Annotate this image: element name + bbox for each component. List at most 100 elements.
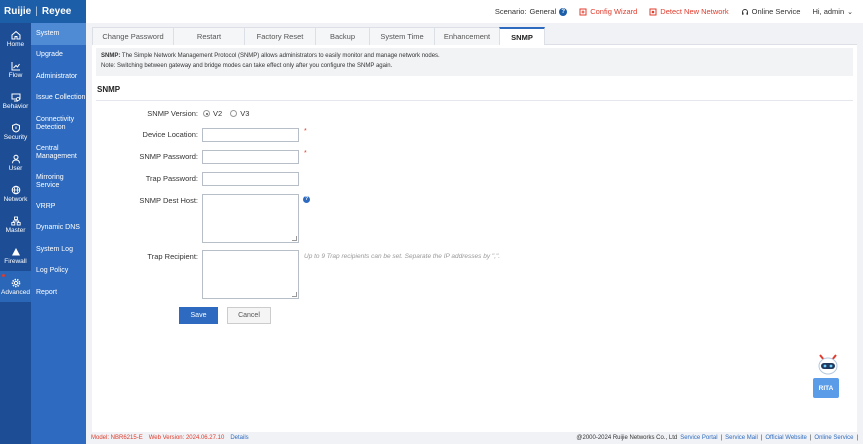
- sidebar-item-connectivity-detection[interactable]: Connectivity Detection: [31, 109, 86, 138]
- note-text-1: The Simple Network Management Protocol (…: [120, 53, 440, 59]
- nav-network-label: Network: [3, 195, 28, 203]
- nav-advanced[interactable]: Advanced: [0, 271, 31, 302]
- sidebar-item-issue-collection[interactable]: Issue Collection: [31, 88, 86, 110]
- details-link[interactable]: Details: [230, 435, 248, 441]
- official-website-link[interactable]: Official Website: [765, 435, 806, 441]
- password-label: SNMP Password:: [139, 152, 198, 161]
- scenario-value: General: [529, 7, 557, 16]
- nav-flow[interactable]: Flow: [0, 54, 31, 85]
- note-text-2: Note: Switching between gateway and brid…: [101, 63, 393, 69]
- version-row: SNMP Version: V2 V3: [92, 109, 249, 118]
- sidebar-item-administrator[interactable]: Administrator: [31, 66, 86, 88]
- brand-logo: Ruijie | Reyee: [0, 0, 86, 23]
- master-icon: [10, 216, 21, 225]
- top-header: Scenario: General ? Config Wizard Detect…: [86, 0, 863, 23]
- online-service-link[interactable]: Online Service: [814, 435, 853, 441]
- tab-factory-reset[interactable]: Factory Reset: [244, 27, 316, 45]
- nav-security-label: Security: [3, 133, 28, 141]
- scenario-selector[interactable]: Scenario: General ?: [494, 7, 568, 16]
- tab-backup[interactable]: Backup: [315, 27, 370, 45]
- tab-system-time[interactable]: System Time: [369, 27, 435, 45]
- footer-separator: |: [856, 435, 858, 441]
- trap-recipient-textarea[interactable]: [202, 250, 299, 299]
- cancel-button[interactable]: Cancel: [227, 307, 271, 324]
- version-v2-radio[interactable]: V2: [203, 109, 222, 118]
- snmp-password-input[interactable]: [202, 150, 299, 164]
- nav-flow-label: Flow: [8, 71, 23, 79]
- detect-network-button[interactable]: Detect New Network: [649, 7, 729, 16]
- sidebar-item-log-policy[interactable]: Log Policy: [31, 261, 86, 283]
- chevron-down-icon: ⌄: [847, 8, 853, 16]
- tab-change-password[interactable]: Change Password: [92, 27, 174, 45]
- user-menu[interactable]: Hi, admin ⌄: [812, 7, 853, 16]
- required-mark: *: [304, 128, 307, 135]
- behavior-icon: [11, 93, 20, 101]
- brand-logo-left: Ruijie: [4, 6, 32, 17]
- save-button[interactable]: Save: [179, 307, 218, 324]
- trap-password-row: Trap Password:: [92, 172, 299, 186]
- version-radio-group: V2 V3: [203, 109, 249, 118]
- dest-host-textarea[interactable]: [202, 194, 299, 243]
- sidebar-item-mirroring-service[interactable]: Mirroring Service: [31, 167, 86, 196]
- nav-security[interactable]: Security: [0, 116, 31, 147]
- nav-firewall[interactable]: Firewall: [0, 240, 31, 271]
- assistant-widget[interactable]: RITA: [810, 352, 842, 402]
- config-wizard-label: Config Wizard: [590, 7, 638, 16]
- trap-password-label: Trap Password:: [145, 174, 198, 183]
- brand-separator: |: [35, 6, 38, 17]
- config-wizard-button[interactable]: Config Wizard: [579, 7, 637, 16]
- nav-user[interactable]: User: [0, 147, 31, 178]
- nav-network[interactable]: Network: [0, 178, 31, 209]
- trap-recipient-row: Trap Recipient: Up to 9 Trap recipients …: [92, 250, 500, 299]
- footer-separator: |: [809, 435, 812, 441]
- nav-home-label: Home: [6, 40, 25, 48]
- footer-separator: |: [720, 435, 723, 441]
- copyright-text: @2000-2024 Ruijie Networks Co., Ltd: [576, 435, 678, 441]
- brand-logo-right: Reyee: [41, 6, 72, 17]
- tab-restart[interactable]: Restart: [173, 27, 245, 45]
- info-note: SNMP: The Simple Network Management Prot…: [96, 48, 853, 76]
- sidebar-item-upgrade[interactable]: Upgrade: [31, 45, 86, 67]
- nav-firewall-label: Firewall: [4, 257, 27, 265]
- help-icon[interactable]: ?: [559, 7, 568, 16]
- detect-network-label: Detect New Network: [660, 7, 729, 16]
- secondary-sidebar: System Upgrade Administrator Issue Colle…: [31, 23, 86, 444]
- sidebar-item-report[interactable]: Report: [31, 282, 86, 304]
- location-row: Device Location: *: [92, 128, 307, 142]
- footer-left: Model: NBR6215-E Web Version: 2024.06.27…: [91, 435, 249, 441]
- service-mail-link[interactable]: Service Mail: [725, 435, 758, 441]
- user-greeting: Hi, admin: [812, 7, 845, 16]
- nav-behavior[interactable]: Behavior: [0, 85, 31, 116]
- gear-icon: [11, 278, 20, 287]
- info-icon[interactable]: ?: [303, 196, 310, 203]
- dest-host-row: SNMP Dest Host: ?: [92, 194, 310, 243]
- version-label: SNMP Version:: [147, 109, 198, 118]
- wizard-icon: [579, 8, 587, 15]
- nav-user-label: User: [8, 164, 23, 172]
- device-location-input[interactable]: [202, 128, 299, 142]
- shield-icon: [11, 122, 20, 133]
- online-service-button[interactable]: Online Service: [741, 7, 800, 16]
- primary-sidebar: Home Flow Behavior Security User Network…: [0, 23, 31, 444]
- tab-enhancement[interactable]: Enhancement: [434, 27, 500, 45]
- version-v3-radio[interactable]: V3: [230, 109, 249, 118]
- footer-separator: |: [760, 435, 763, 441]
- nav-home[interactable]: Home: [0, 23, 31, 54]
- model-text: Model: NBR6215-E: [91, 435, 143, 441]
- version-v3-label: V3: [240, 109, 250, 118]
- sidebar-item-dynamic-dns[interactable]: Dynamic DNS: [31, 218, 86, 240]
- trap-password-input[interactable]: [202, 172, 299, 186]
- required-mark: *: [304, 150, 307, 157]
- scenario-label: Scenario:: [494, 7, 527, 16]
- footer-right: @2000-2024 Ruijie Networks Co., Ltd Serv…: [576, 435, 858, 441]
- sidebar-item-system[interactable]: System: [31, 23, 86, 45]
- sidebar-item-central-management[interactable]: Central Management: [31, 138, 86, 167]
- sidebar-item-vrrp[interactable]: VRRP: [31, 196, 86, 218]
- service-portal-link[interactable]: Service Portal: [680, 435, 717, 441]
- version-v2-label: V2: [213, 109, 223, 118]
- web-version-text: Web Version: 2024.06.27.10: [148, 435, 225, 441]
- location-label: Device Location:: [142, 130, 198, 139]
- nav-master[interactable]: Master: [0, 209, 31, 240]
- sidebar-item-system-log[interactable]: System Log: [31, 239, 86, 261]
- tab-snmp[interactable]: SNMP: [499, 27, 545, 45]
